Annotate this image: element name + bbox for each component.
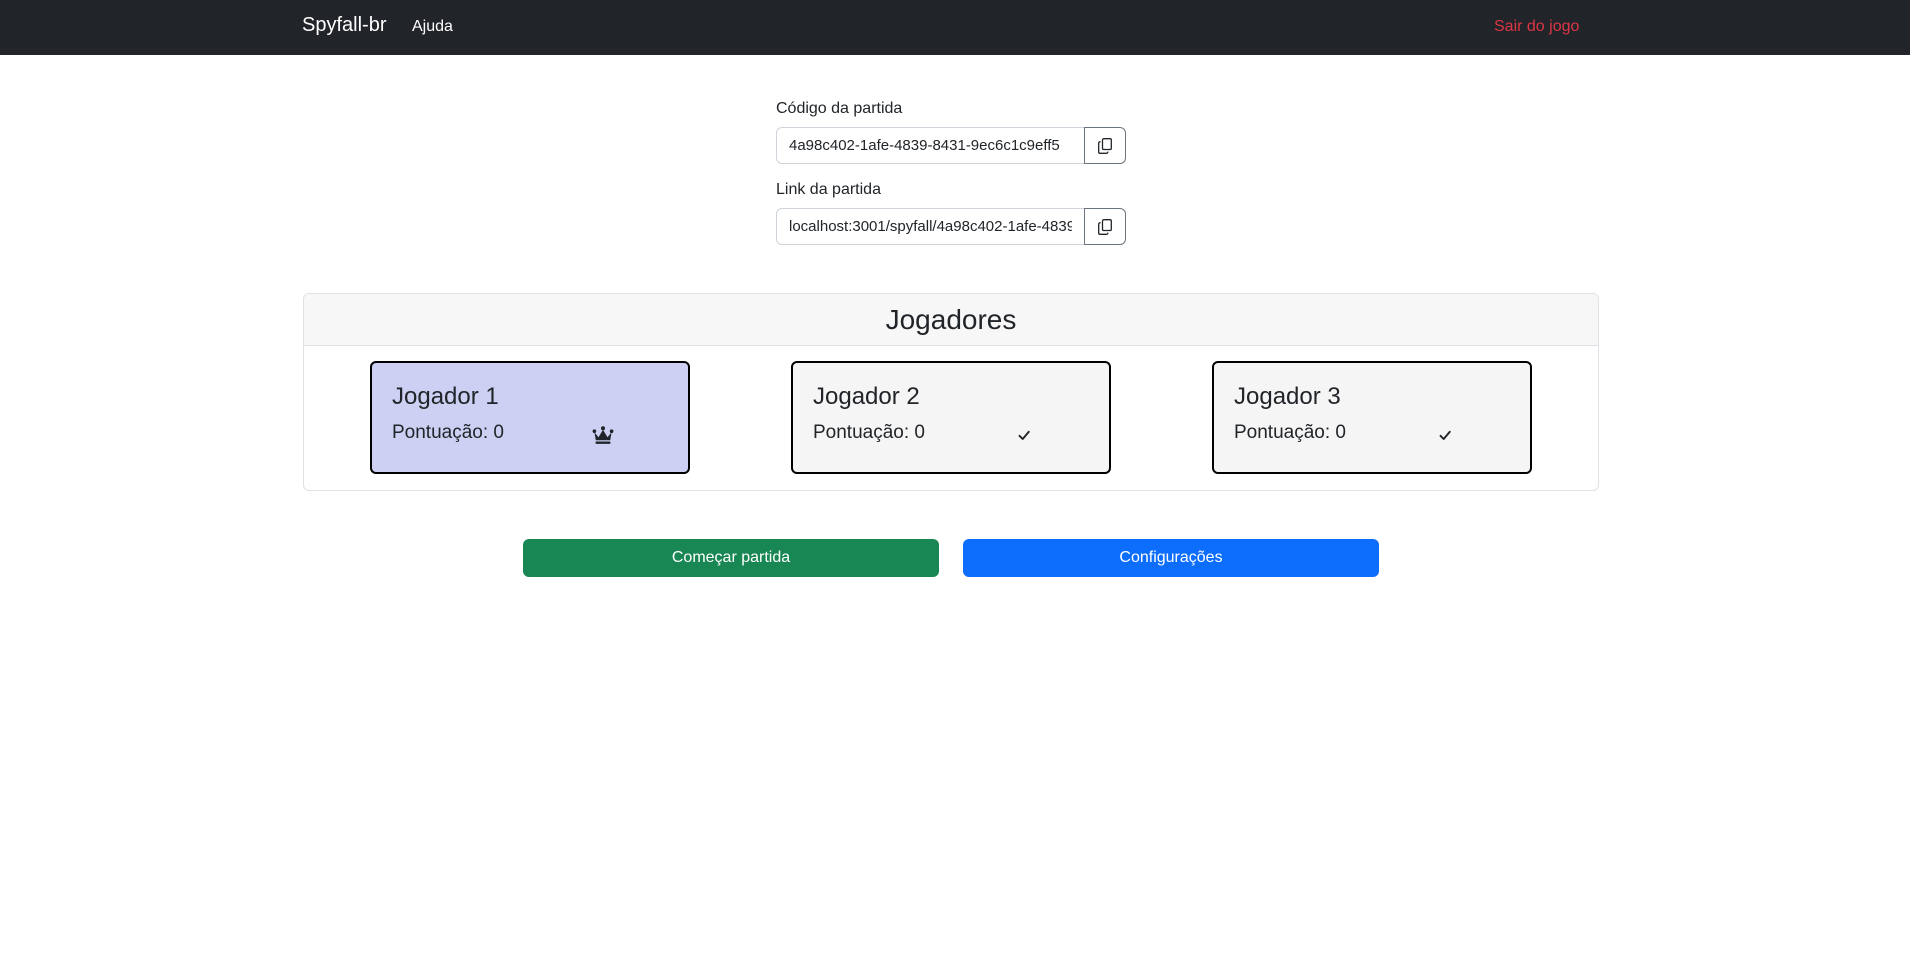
copy-icon xyxy=(1098,137,1112,154)
player-name: Jogador 1 xyxy=(392,383,499,410)
exit-game-link[interactable]: Sair do jogo xyxy=(1494,18,1579,36)
player-card-2: Jogador 2 Pontuação: 0 xyxy=(791,361,1111,474)
match-link-label: Link da partida xyxy=(776,181,881,198)
copy-link-button[interactable] xyxy=(1084,208,1126,245)
player-name: Jogador 3 xyxy=(1234,383,1341,410)
player-card-1: Jogador 1 Pontuação: 0 xyxy=(370,361,690,474)
check-icon xyxy=(1018,430,1030,440)
copy-icon xyxy=(1098,218,1112,235)
crown-icon xyxy=(592,426,614,444)
settings-button[interactable]: Configurações xyxy=(963,539,1379,577)
player-score: Pontuação: 0 xyxy=(1234,422,1346,443)
player-card-3: Jogador 3 Pontuação: 0 xyxy=(1212,361,1532,474)
match-link-input[interactable] xyxy=(776,208,1085,245)
player-name: Jogador 2 xyxy=(813,383,920,410)
match-code-input[interactable] xyxy=(776,127,1085,164)
brand-link[interactable]: Spyfall-br xyxy=(302,14,386,37)
players-title: Jogadores xyxy=(304,294,1598,346)
copy-code-button[interactable] xyxy=(1084,127,1126,164)
match-code-label: Código da partida xyxy=(776,100,903,117)
help-link[interactable]: Ajuda xyxy=(412,18,453,36)
player-score: Pontuação: 0 xyxy=(813,422,925,443)
start-match-button[interactable]: Começar partida xyxy=(523,539,939,577)
player-score: Pontuação: 0 xyxy=(392,422,504,443)
check-icon xyxy=(1439,430,1451,440)
navbar: Spyfall-br Ajuda Sair do jogo xyxy=(0,0,1910,55)
